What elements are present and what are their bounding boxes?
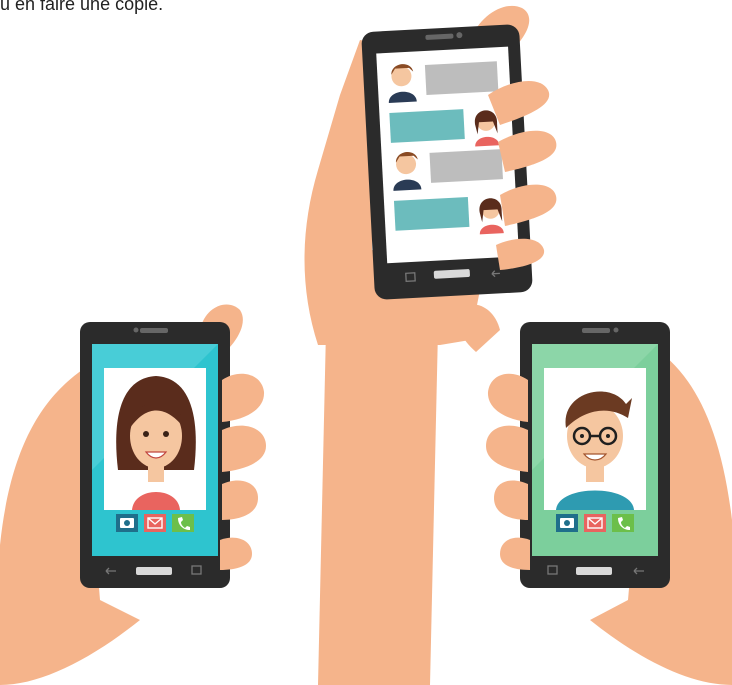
mail-button[interactable] (584, 514, 606, 532)
left-hand-phone (0, 304, 266, 685)
center-hand-phone (304, 5, 557, 685)
right-thumb-top (457, 304, 500, 352)
right-phone (520, 322, 670, 588)
mail-button[interactable] (144, 514, 166, 532)
home-button (136, 567, 172, 575)
camera-button[interactable] (556, 514, 578, 532)
center-arm (318, 330, 438, 685)
call-button[interactable] (172, 514, 194, 532)
right-hand-phone (457, 304, 732, 685)
home-button (576, 567, 612, 575)
illustration (0, 5, 732, 685)
call-button[interactable] (612, 514, 634, 532)
left-phone (80, 322, 230, 588)
camera-button[interactable] (116, 514, 138, 532)
